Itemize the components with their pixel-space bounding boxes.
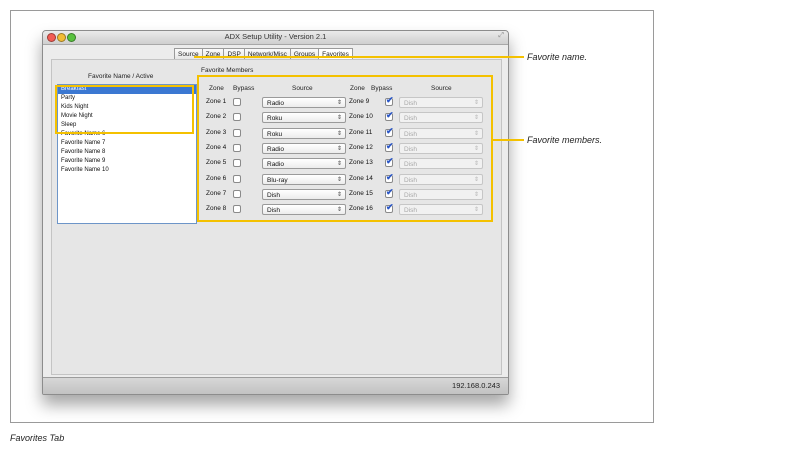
list-item[interactable]: Favorite Name 7	[58, 139, 196, 148]
members-header: Favorite Members	[201, 67, 254, 74]
annotation-favorite-members: Favorite members.	[527, 135, 603, 145]
figure-caption: Favorites Tab	[10, 433, 65, 443]
ip-address: 192.168.0.243	[452, 381, 500, 390]
list-item[interactable]: Favorite Name 8	[58, 148, 196, 157]
favorite-name-highlight	[55, 85, 194, 134]
favorite-members-highlight	[197, 75, 493, 222]
status-bar: 192.168.0.243	[43, 377, 508, 394]
leader-line-members	[493, 139, 524, 141]
leader-line-name	[194, 56, 524, 58]
list-item[interactable]: Favorite Name 9	[58, 157, 196, 166]
list-item[interactable]: Favorite Name 10	[58, 166, 196, 175]
annotation-favorite-name: Favorite name.	[527, 52, 588, 62]
title-bar: ADX Setup Utility - Version 2.1 ⤢	[43, 31, 508, 45]
window-title: ADX Setup Utility - Version 2.1	[224, 32, 327, 41]
favorites-list-header: Favorite Name / Active	[88, 73, 154, 80]
fullscreen-icon[interactable]: ⤢	[498, 32, 504, 40]
